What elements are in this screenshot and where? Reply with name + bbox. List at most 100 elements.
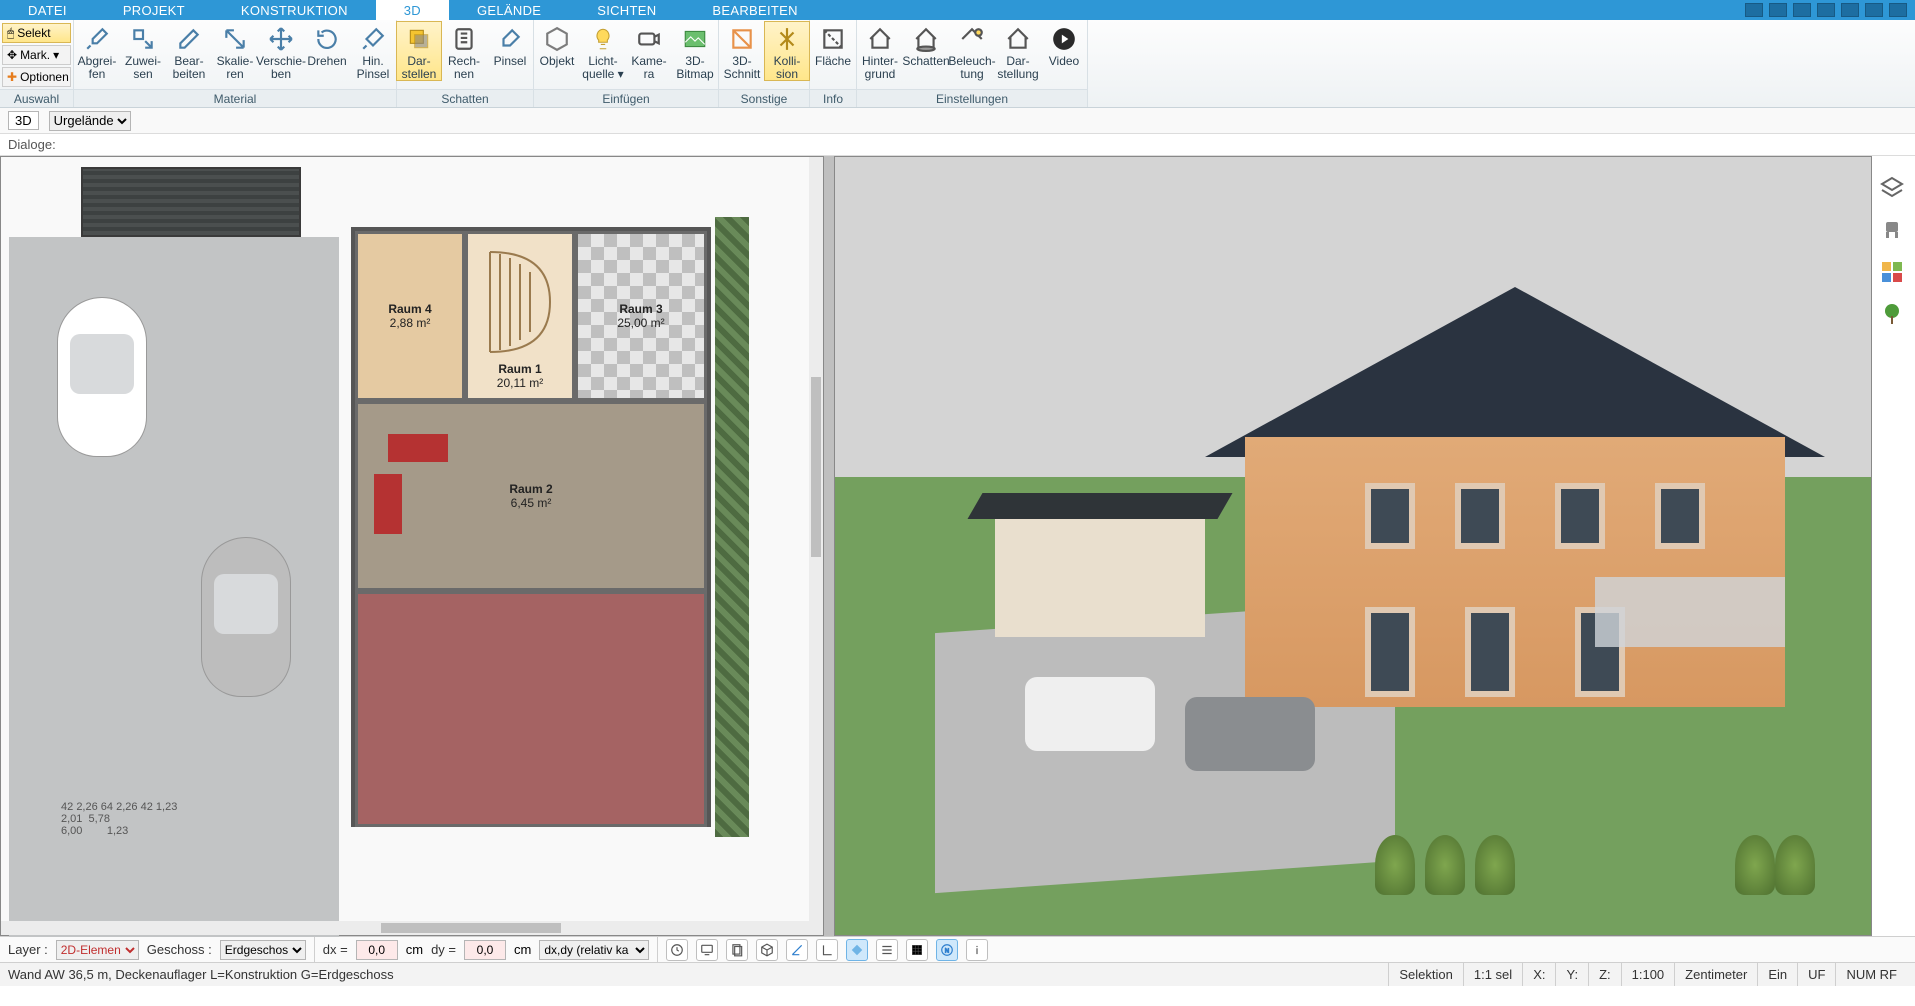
layer-label: Layer : [8,942,48,957]
close-icon[interactable] [1889,3,1907,17]
work-area: Raum 4 2,88 m² Raum 1 20,11 m² Raum 3 25… [0,156,1915,936]
bottom-toolbar: Layer : 2D-Elemen Geschoss : Erdgeschos … [0,936,1915,962]
perpendicular-icon[interactable] [816,939,838,961]
ribbon-tool[interactable]: Verschie- ben [258,22,304,80]
menu-tab-projekt[interactable]: PROJEKT [95,0,213,20]
ribbon-tool[interactable]: Hin. Pinsel [350,22,396,80]
ribbon-tool[interactable]: Dar- stellen [396,21,442,81]
selekt-button[interactable]: 🖱 Selekt [2,23,71,43]
rhombus-icon[interactable] [846,939,868,961]
menu-icon[interactable] [876,939,898,961]
menu-tab-bearbeiten[interactable]: BEARBEITEN [684,0,825,20]
ribbon-tool[interactable]: Dar- stellung [995,22,1041,80]
chair-icon[interactable] [1880,218,1904,242]
papers-icon[interactable] [726,939,748,961]
info-icon[interactable] [966,939,988,961]
house-3d [1245,437,1785,707]
terrain-select[interactable]: Urgelände [49,111,131,131]
ribbon-tool[interactable]: Fläche [810,22,856,68]
geschoss-label: Geschoss : [147,942,212,957]
clock-icon[interactable] [666,939,688,961]
window-icon [1655,483,1705,549]
status-scale-ratio: 1:1 sel [1463,963,1522,986]
ribbon-tool[interactable]: Schatten [903,22,949,68]
mark-button[interactable]: ✥ Mark. ▾ [2,45,71,65]
angle-icon[interactable] [786,939,808,961]
ribbon-tool[interactable]: 3D- Bitmap [672,22,718,80]
cube-icon[interactable] [756,939,778,961]
ribbon-tool[interactable]: Zuwei- sen [120,22,166,80]
sub-bar: 3D Urgelände [0,108,1915,134]
v-scrollbar[interactable] [809,157,823,921]
ribbon-tool[interactable]: Bear- beiten [166,22,212,80]
house-outline: Raum 4 2,88 m² Raum 1 20,11 m² Raum 3 25… [351,227,711,827]
ribbon-tool[interactable]: 3D- Schnitt [719,22,765,80]
dimension-lines: 42 2,26 64 2,26 42 1,23 2,01 5,78 6,00 1… [61,801,361,891]
window-icon[interactable] [1769,3,1787,17]
status-z: Z: [1588,963,1621,986]
view-mode-label: 3D [8,111,39,130]
menu-tab-3d[interactable]: 3D [376,0,449,20]
menu-tab-datei[interactable]: DATEI [0,0,95,20]
monitor-icon[interactable] [696,939,718,961]
dialog-label: Dialoge: [8,137,56,152]
bush-icon [1735,835,1775,895]
bush-icon [1475,835,1515,895]
minimize-icon[interactable] [1841,3,1859,17]
optionen-button[interactable]: ✚ Optionen [2,67,71,87]
share-icon[interactable] [1745,3,1763,17]
ribbon-tool[interactable]: Beleuch- tung [949,22,995,80]
bush-icon [1425,835,1465,895]
ribbon-tool[interactable]: Objekt [534,22,580,68]
dx-input[interactable] [356,940,398,960]
bush-icon [1775,835,1815,895]
help-icon[interactable] [1817,3,1835,17]
room-1-stairs: Raum 1 20,11 m² [465,231,575,401]
door-icon [1365,607,1415,697]
maximize-icon[interactable] [1865,3,1883,17]
ribbon-tool[interactable]: Pinsel [487,22,533,68]
status-num: NUM RF [1835,963,1907,986]
status-x: X: [1522,963,1555,986]
unit-cm: cm [514,942,531,957]
group-title-auswahl: Auswahl [0,89,73,107]
room-2: Raum 2 6,45 m² [355,401,707,591]
menu-tab-konstruktion[interactable]: KONSTRUKTION [213,0,376,20]
car-white [57,297,147,457]
ribbon-tool[interactable]: Drehen [304,22,350,68]
car-3d-grey [1185,697,1315,771]
ribbon-tool[interactable]: Rech- nen [441,22,487,80]
dx-label: dx = [323,942,348,957]
north-icon[interactable]: N [936,939,958,961]
ribbon-tool[interactable]: Video [1041,22,1087,68]
status-scale: 1:100 [1621,963,1675,986]
menu-tab-gelaende[interactable]: GELÄNDE [449,0,569,20]
unit-cm: cm [406,942,423,957]
ribbon-tool[interactable]: Abgrei- fen [74,22,120,80]
tree-icon[interactable] [1880,302,1904,326]
floorplan-view[interactable]: Raum 4 2,88 m² Raum 1 20,11 m² Raum 3 25… [0,156,824,936]
settings-icon[interactable] [1793,3,1811,17]
group-title-sonstige: Sonstige [719,89,809,107]
dy-input[interactable] [464,940,506,960]
3d-view[interactable] [834,156,1872,936]
layer-select[interactable]: 2D-Elemen [56,940,139,960]
sofa-icon [388,434,448,462]
ribbon-tool[interactable]: Kolli- sion [764,21,810,81]
geschoss-select[interactable]: Erdgeschos [220,940,306,960]
group-title-info: Info [810,89,856,107]
relmode-select[interactable]: dx,dy (relativ ka [539,940,649,960]
dy-label: dy = [431,942,456,957]
ribbon-tool[interactable]: Hinter- grund [857,22,903,80]
ribbon-tool[interactable]: Kame- ra [626,22,672,80]
ribbon-tool[interactable]: Skalie- ren [212,22,258,80]
layers-icon[interactable] [1880,176,1904,200]
grid-icon[interactable] [906,939,928,961]
svg-text:N: N [945,948,949,954]
car-grey [201,537,291,697]
ribbon-tool[interactable]: Licht- quelle ▾ [580,22,626,80]
palette-icon[interactable] [1880,260,1904,284]
menu-tab-sichten[interactable]: SICHTEN [569,0,684,20]
window-buttons [1745,3,1915,17]
h-scrollbar[interactable] [1,921,823,935]
